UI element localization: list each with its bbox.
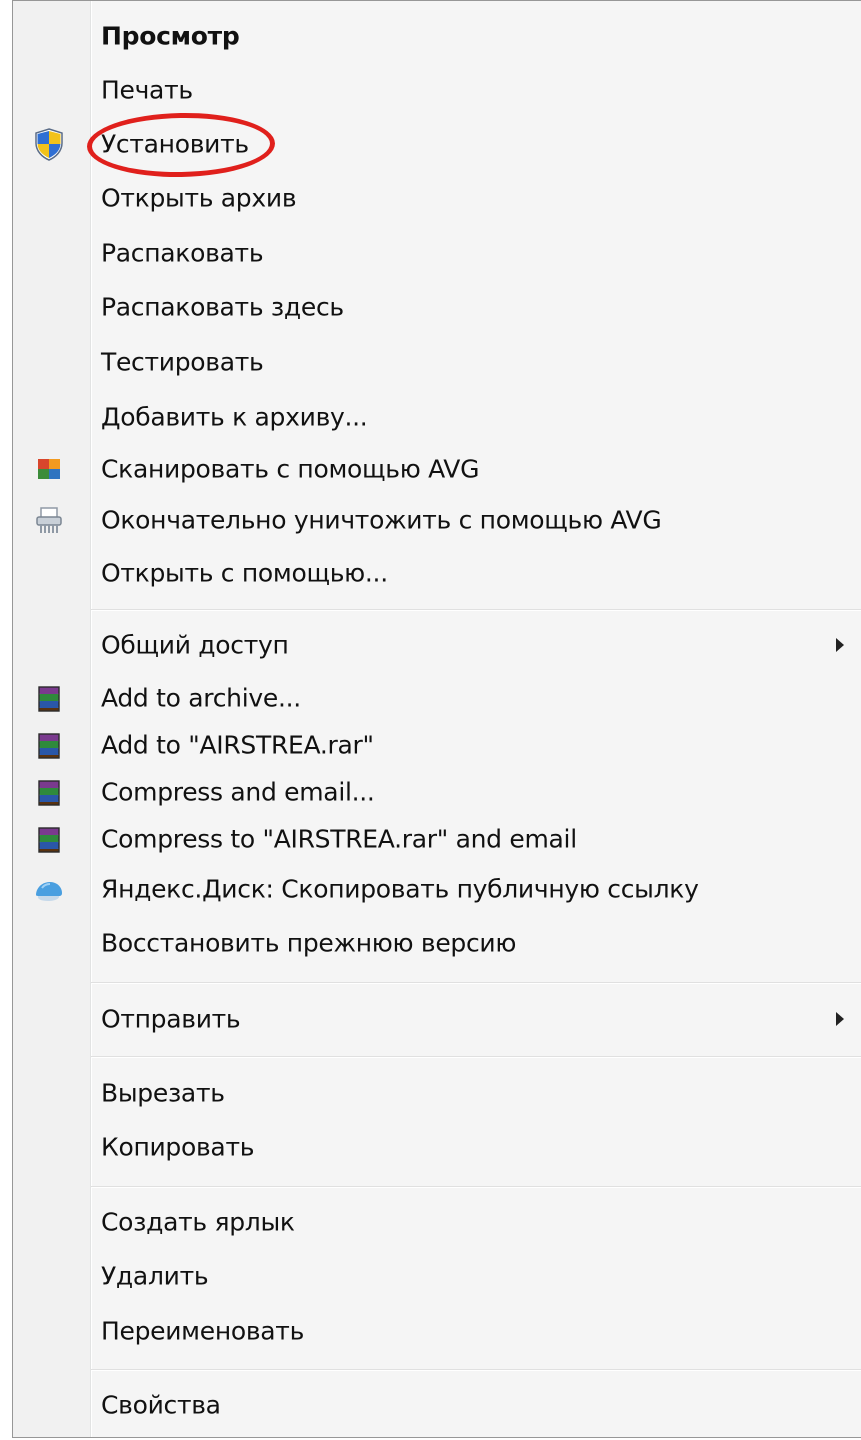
menu-item-label: Тестировать [101,347,264,377]
menu-item-label: Общий доступ [101,630,289,660]
menu-item-install[interactable]: Установить [13,119,861,169]
menu-item-extract[interactable]: Распаковать [13,228,861,278]
menu-item-label: Печать [101,75,193,105]
menu-item-restore-version[interactable]: Восстановить прежнюю версию [13,918,861,968]
menu-item-cut[interactable]: Вырезать [13,1068,861,1118]
menu-item-label: Add to archive... [101,683,301,713]
submenu-arrow-icon [836,1012,844,1026]
menu-item-label: Создать ярлык [101,1207,295,1237]
menu-item-label: Распаковать [101,238,264,268]
menu-item-label: Compress to "AIRSTREA.rar" and email [101,824,577,854]
menu-item-properties[interactable]: Свойства [13,1380,861,1430]
menu-item-yandex-disk[interactable]: Яндекс.Диск: Скопировать публичную ссылк… [13,864,861,914]
menu-item-share[interactable]: Общий доступ [13,620,861,670]
menu-item-label: Восстановить прежнюю версию [101,928,517,958]
shredder-icon [29,500,69,540]
menu-item-copy[interactable]: Копировать [13,1122,861,1172]
menu-item-label: Удалить [101,1261,209,1291]
menu-separator [91,609,861,611]
menu-item-label: Открыть архив [101,183,297,213]
menu-item-label: Сканировать с помощью AVG [101,454,480,484]
context-menu: Просмотр Печать Установить Открыть архив… [12,0,861,1438]
menu-item-open-with[interactable]: Открыть с помощью... [13,548,861,598]
menu-item-open-archive[interactable]: Открыть архив [13,173,861,223]
menu-item-create-shortcut[interactable]: Создать ярлык [13,1197,861,1247]
menu-item-label: Установить [101,129,249,159]
menu-item-label: Свойства [101,1390,221,1420]
menu-item-view[interactable]: Просмотр [13,11,861,61]
menu-separator [91,1186,861,1188]
menu-item-winrar-compress-rar-email[interactable]: Compress to "AIRSTREA.rar" and email [13,814,861,864]
winrar-icon [29,772,69,812]
menu-separator [91,982,861,984]
menu-separator [91,1369,861,1371]
menu-item-extract-here[interactable]: Распаковать здесь [13,282,861,332]
menu-item-winrar-compress-email[interactable]: Compress and email... [13,767,861,817]
submenu-arrow-icon [836,638,844,652]
menu-item-print[interactable]: Печать [13,65,861,115]
menu-item-rename[interactable]: Переименовать [13,1306,861,1356]
menu-item-add-to-archive-ru[interactable]: Добавить к архиву... [13,392,861,442]
uac-shield-icon [29,124,69,164]
menu-item-delete[interactable]: Удалить [13,1251,861,1301]
avg-logo-icon [29,449,69,489]
menu-item-label: Копировать [101,1132,255,1162]
menu-item-label: Окончательно уничтожить с помощью AVG [101,505,662,535]
menu-item-label: Отправить [101,1004,241,1034]
menu-item-scan-avg[interactable]: Сканировать с помощью AVG [13,444,861,494]
menu-item-send-to[interactable]: Отправить [13,994,861,1044]
menu-item-winrar-add-to-rar[interactable]: Add to "AIRSTREA.rar" [13,720,861,770]
menu-item-label: Просмотр [101,21,240,51]
menu-item-winrar-add-to-archive[interactable]: Add to archive... [13,673,861,723]
winrar-icon [29,819,69,859]
menu-item-label: Распаковать здесь [101,292,344,322]
menu-item-label: Переименовать [101,1316,305,1346]
menu-item-shred-avg[interactable]: Окончательно уничтожить с помощью AVG [13,495,861,545]
menu-separator [91,1056,861,1058]
winrar-icon [29,678,69,718]
menu-item-label: Добавить к архиву... [101,402,368,432]
menu-item-label: Открыть с помощью... [101,558,388,588]
menu-item-label: Вырезать [101,1078,225,1108]
menu-item-label: Compress and email... [101,777,375,807]
yandex-disk-icon [29,869,69,909]
winrar-icon [29,725,69,765]
menu-item-label: Яндекс.Диск: Скопировать публичную ссылк… [101,874,699,904]
menu-item-test[interactable]: Тестировать [13,337,861,387]
menu-item-label: Add to "AIRSTREA.rar" [101,730,374,760]
